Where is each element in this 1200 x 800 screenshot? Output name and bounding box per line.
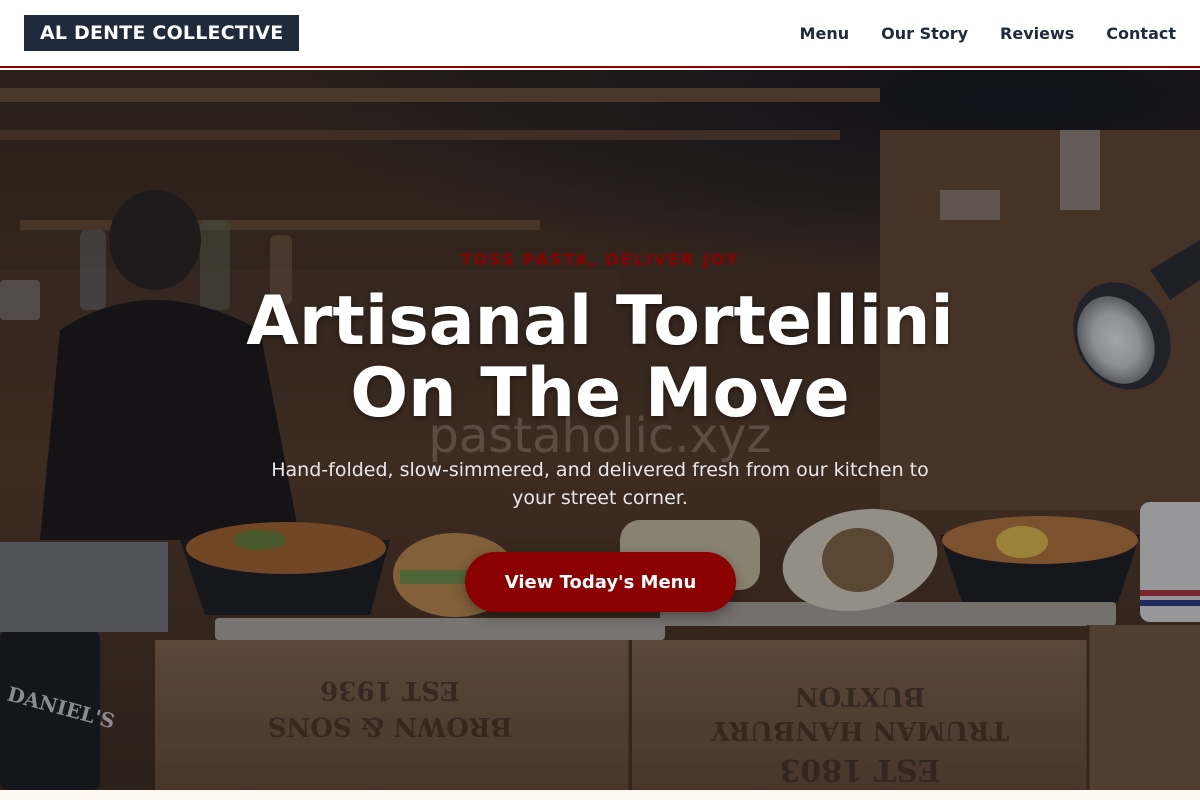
nav-link-our-story[interactable]: Our Story bbox=[881, 24, 968, 43]
hero-tagline: TOSS PASTA, DELIVER JOY bbox=[460, 250, 740, 269]
hero-section: DANIEL'S EST 1936 BROWN & SONS EST 1803 … bbox=[0, 70, 1200, 790]
brand-logo[interactable]: AL DENTE COLLECTIVE bbox=[24, 15, 300, 51]
nav-link-contact[interactable]: Contact bbox=[1106, 24, 1176, 43]
view-menu-button[interactable]: View Today's Menu bbox=[465, 552, 736, 612]
hero-subtitle: Hand-folded, slow-simmered, and delivere… bbox=[271, 459, 929, 509]
page-bottom-strip bbox=[0, 790, 1200, 800]
nav-link-reviews[interactable]: Reviews bbox=[1000, 24, 1074, 43]
site-header: AL DENTE COLLECTIVE Menu Our Story Revie… bbox=[0, 0, 1200, 68]
hero-headline-line-1: Artisanal Tortellini bbox=[246, 282, 954, 361]
nav-link-menu[interactable]: Menu bbox=[800, 24, 850, 43]
main-nav: Menu Our Story Reviews Contact bbox=[800, 24, 1176, 43]
